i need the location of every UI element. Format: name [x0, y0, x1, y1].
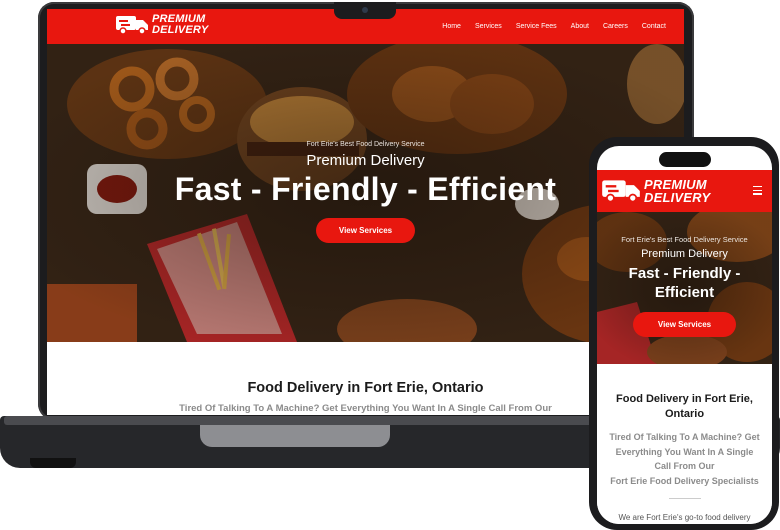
- brand-logo[interactable]: PREMIUM DELIVERY: [115, 14, 208, 36]
- brand-line2: DELIVERY: [152, 24, 209, 36]
- mobile-header: PREMIUM DELIVERY: [597, 170, 772, 212]
- section-title: Food Delivery in Fort Erie, Ontario: [597, 392, 772, 422]
- nav-contact[interactable]: Contact: [642, 23, 666, 30]
- hero-subtitle: Premium Delivery: [641, 248, 728, 260]
- subtitle-line: Fort Erie Food Delivery Specialists: [610, 475, 759, 486]
- mobile-hero-content: Fort Erie's Best Food Delivery Service P…: [597, 235, 772, 337]
- hamburger-icon[interactable]: [753, 186, 762, 197]
- hero-title-line1: Fast - Friendly -: [628, 265, 741, 282]
- hero-title: Fast - Friendly - Efficient: [597, 264, 772, 302]
- laptop-camera-notch: [334, 2, 396, 19]
- laptop-trackpad-notch: [200, 425, 390, 447]
- main-nav: Home Services Service Fees About Careers…: [428, 9, 666, 44]
- mobile-brand-logo[interactable]: PREMIUM DELIVERY: [601, 178, 710, 204]
- nav-about[interactable]: About: [571, 23, 589, 30]
- camera-icon: [362, 7, 368, 13]
- section-subtitle: Tired Of Talking To A Machine? Get Every…: [597, 430, 772, 474]
- subtitle-line: Call From Our: [654, 461, 715, 471]
- brand-name: PREMIUM DELIVERY: [152, 14, 208, 36]
- divider: [668, 498, 701, 499]
- delivery-truck-icon: [116, 16, 148, 35]
- subtitle-line: Everything You Want In A Single: [615, 446, 754, 457]
- nav-service-fees[interactable]: Service Fees: [516, 23, 557, 30]
- section-title-line2: Ontario: [664, 408, 705, 420]
- mobile-hero: Fort Erie's Best Food Delivery Service P…: [597, 212, 772, 364]
- nav-home[interactable]: Home: [442, 23, 461, 30]
- phone-dynamic-island: [659, 152, 711, 167]
- view-services-button[interactable]: View Services: [315, 218, 416, 243]
- body-text: We are Fort Erie's go-to food delivery: [618, 513, 751, 522]
- delivery-truck-icon: [602, 180, 640, 203]
- hero-title-line2: Efficient: [654, 284, 715, 301]
- mobile-brand-name: PREMIUM DELIVERY: [644, 178, 710, 204]
- hero-kicker: Fort Erie's Best Food Delivery Service: [621, 235, 748, 244]
- hero-kicker: Fort Erie's Best Food Delivery Service: [306, 141, 425, 148]
- brand-line2: DELIVERY: [644, 190, 711, 205]
- nav-services[interactable]: Services: [475, 23, 502, 30]
- section-title-line1: Food Delivery in Fort Erie,: [616, 393, 753, 405]
- laptop-foot: [30, 458, 76, 468]
- subtitle-line: Tired Of Talking To A Machine? Get: [609, 432, 760, 442]
- mobile-intro-section: Food Delivery in Fort Erie, Ontario Tire…: [597, 364, 772, 524]
- phone-screen: PREMIUM DELIVERY Fort Erie's Best Food D…: [597, 146, 772, 524]
- view-services-button[interactable]: View Services: [632, 312, 737, 337]
- nav-careers[interactable]: Careers: [603, 23, 628, 30]
